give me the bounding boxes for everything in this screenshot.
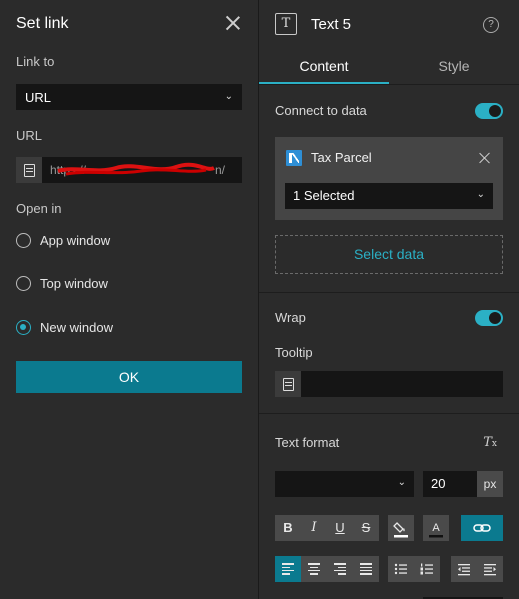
feature-layer-icon bbox=[286, 150, 302, 166]
datasource-card: Tax Parcel 1 Selected ⌄ bbox=[275, 137, 503, 220]
help-icon[interactable]: ? bbox=[483, 17, 499, 33]
set-link-panel: Set link Link to URL ⌄ URL https:// n/ O… bbox=[0, 0, 258, 599]
strikethrough-button[interactable]: S bbox=[353, 515, 379, 541]
tab-style[interactable]: Style bbox=[389, 58, 519, 84]
text-format-label: Text format bbox=[275, 435, 340, 450]
close-icon[interactable] bbox=[224, 14, 242, 32]
italic-button[interactable]: I bbox=[301, 515, 327, 541]
connect-to-data-label: Connect to data bbox=[275, 103, 367, 118]
align-justify-icon[interactable] bbox=[353, 556, 379, 582]
font-family-select[interactable]: ⌄ bbox=[275, 471, 414, 497]
radio-button[interactable] bbox=[16, 320, 31, 335]
radio-new-window[interactable]: New window bbox=[16, 318, 176, 338]
ok-button[interactable]: OK bbox=[16, 361, 242, 393]
align-right-icon[interactable] bbox=[327, 556, 353, 582]
section-divider bbox=[259, 413, 519, 414]
tab-content[interactable]: Content bbox=[259, 58, 389, 84]
section-divider bbox=[259, 292, 519, 293]
link-to-select[interactable]: URL ⌄ bbox=[16, 84, 242, 110]
radio-button[interactable] bbox=[16, 276, 31, 291]
link-to-label: Link to bbox=[16, 54, 55, 69]
radio-button[interactable] bbox=[16, 233, 31, 248]
link-group bbox=[461, 515, 503, 541]
url-value: https:// bbox=[50, 163, 87, 177]
remove-datasource-icon[interactable] bbox=[479, 152, 491, 164]
open-in-label: Open in bbox=[16, 201, 62, 216]
tab-divider bbox=[259, 84, 519, 85]
font-size-unit[interactable]: px bbox=[477, 471, 503, 497]
bulleted-list-icon[interactable] bbox=[388, 556, 414, 582]
link-icon[interactable] bbox=[461, 515, 503, 541]
wrap-label: Wrap bbox=[275, 310, 306, 325]
url-input-row[interactable]: https:// n/ bbox=[16, 157, 242, 183]
wrap-toggle[interactable] bbox=[475, 310, 503, 326]
radio-label: App window bbox=[40, 233, 111, 248]
font-color-group: A bbox=[423, 515, 449, 541]
text-settings-panel: T Text 5 ? Content Style Connect to data… bbox=[259, 0, 519, 599]
link-to-value: URL bbox=[25, 90, 52, 105]
tooltip-input-row[interactable] bbox=[275, 371, 503, 397]
url-input[interactable]: https:// n/ bbox=[50, 163, 238, 177]
highlight-group bbox=[388, 515, 414, 541]
selection-value: 1 Selected bbox=[293, 188, 355, 203]
svg-text:A: A bbox=[432, 522, 440, 534]
radio-top-window[interactable]: Top window bbox=[16, 274, 176, 294]
indent-group bbox=[451, 556, 503, 582]
alignment-group bbox=[275, 556, 379, 582]
indent-icon[interactable] bbox=[477, 556, 503, 582]
widget-title: Text 5 bbox=[311, 16, 352, 33]
dynamic-content-icon[interactable] bbox=[16, 157, 42, 183]
align-left-icon[interactable] bbox=[275, 556, 301, 582]
align-center-icon[interactable] bbox=[301, 556, 327, 582]
list-group bbox=[388, 556, 440, 582]
radio-label: Top window bbox=[40, 276, 108, 291]
dynamic-content-icon[interactable] bbox=[275, 371, 301, 397]
underline-button[interactable]: U bbox=[327, 515, 353, 541]
url-tail: n/ bbox=[215, 163, 226, 177]
clear-format-icon[interactable]: Tx bbox=[483, 435, 497, 450]
chevron-down-icon: ⌄ bbox=[476, 189, 485, 200]
datasource-name: Tax Parcel bbox=[311, 150, 372, 165]
selection-view-select[interactable]: 1 Selected ⌄ bbox=[285, 183, 493, 209]
font-size-input[interactable]: 20 bbox=[423, 471, 477, 497]
select-data-button[interactable]: Select data bbox=[275, 235, 503, 274]
radio-label: New window bbox=[40, 320, 113, 335]
radio-app-window[interactable]: App window bbox=[16, 231, 176, 251]
outdent-icon[interactable] bbox=[451, 556, 477, 582]
text-style-group: B I U S bbox=[275, 515, 379, 541]
url-label: URL bbox=[16, 128, 43, 143]
font-color-icon[interactable]: A bbox=[423, 515, 449, 541]
highlight-color-icon[interactable] bbox=[388, 515, 414, 541]
bold-button[interactable]: B bbox=[275, 515, 301, 541]
tooltip-label: Tooltip bbox=[275, 345, 313, 360]
text-widget-icon: T bbox=[275, 13, 297, 35]
chevron-down-icon: ⌄ bbox=[224, 91, 233, 102]
numbered-list-icon[interactable] bbox=[414, 556, 440, 582]
panel-title: Set link bbox=[16, 15, 69, 32]
connect-to-data-toggle[interactable] bbox=[475, 103, 503, 119]
chevron-down-icon: ⌄ bbox=[397, 477, 406, 488]
